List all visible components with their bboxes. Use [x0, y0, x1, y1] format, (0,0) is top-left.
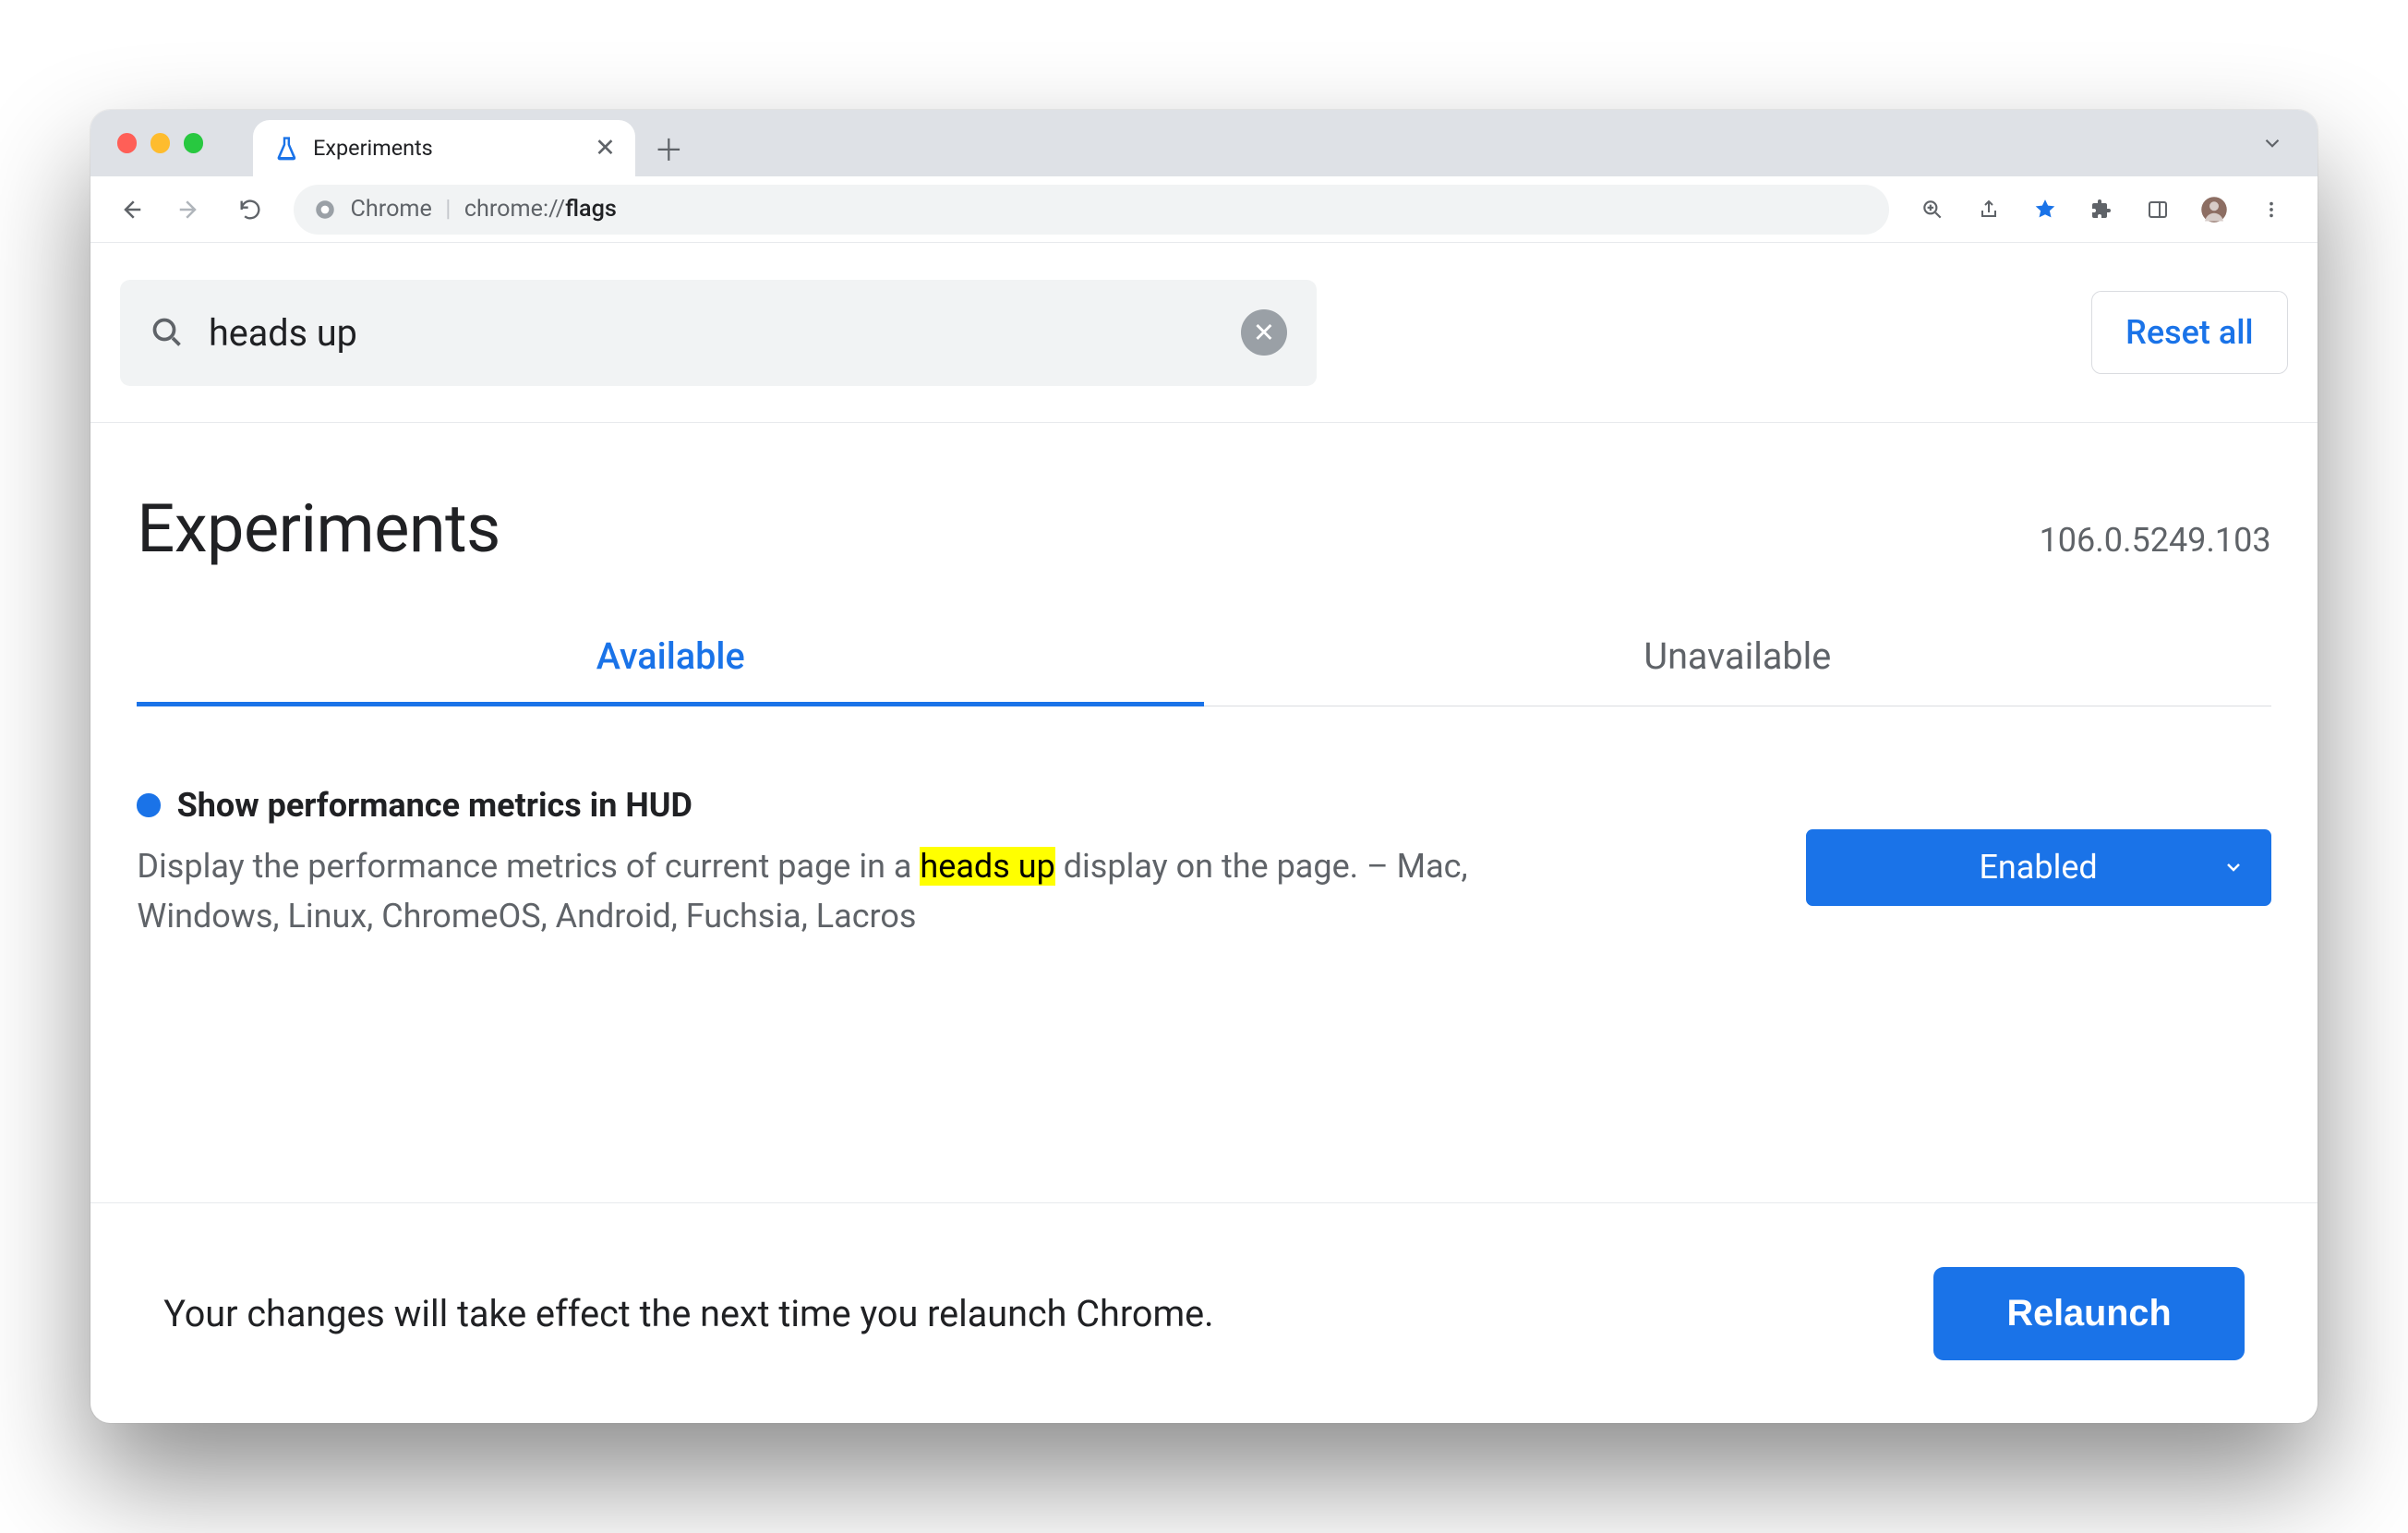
modified-dot-icon: [137, 793, 160, 816]
flags-search[interactable]: ✕: [120, 280, 1317, 386]
maximize-window-icon[interactable]: [184, 133, 204, 153]
close-window-icon[interactable]: [117, 133, 138, 153]
minimize-window-icon[interactable]: [150, 133, 171, 153]
page-title: Experiments: [137, 489, 500, 568]
close-tab-icon[interactable]: ✕: [595, 136, 616, 161]
page-content: ✕ Reset all Experiments 106.0.5249.103 A…: [90, 243, 2318, 1423]
side-panel-icon[interactable]: [2131, 183, 2185, 236]
tab-title: Experiments: [313, 135, 582, 161]
menu-icon[interactable]: [2245, 183, 2298, 236]
extensions-icon[interactable]: [2075, 183, 2128, 236]
window-controls: [101, 110, 221, 153]
profile-avatar[interactable]: [2188, 183, 2242, 236]
forward-button[interactable]: [163, 183, 217, 236]
toolbar-actions: [1906, 183, 2305, 236]
tab-strip: Experiments ✕ ＋: [90, 110, 2318, 176]
search-highlight: heads up: [920, 847, 1054, 886]
flag-title: Show performance metrics in HUD: [137, 786, 1739, 825]
chrome-version: 106.0.5249.103: [2040, 521, 2271, 560]
url-path: chrome://flags: [464, 196, 617, 223]
share-icon[interactable]: [1962, 183, 2016, 236]
reload-button[interactable]: [223, 183, 277, 236]
flask-icon: [273, 135, 300, 162]
back-button[interactable]: [103, 183, 157, 236]
new-tab-button[interactable]: ＋: [645, 125, 692, 171]
relaunch-button[interactable]: Relaunch: [1933, 1267, 2245, 1360]
content-inner: Experiments 106.0.5249.103 Available Una…: [90, 423, 2318, 941]
url-origin: Chrome: [351, 196, 432, 223]
tab-available[interactable]: Available: [137, 634, 1204, 706]
flag-state-select[interactable]: Enabled: [1806, 829, 2271, 906]
chevron-down-icon: [2222, 856, 2245, 878]
chrome-icon: [313, 198, 337, 222]
flag-description: Display the performance metrics of curre…: [137, 841, 1499, 941]
relaunch-message: Your changes will take effect the next t…: [163, 1292, 1213, 1335]
search-row: ✕ Reset all: [90, 243, 2318, 423]
tab-overflow-icon[interactable]: [2260, 131, 2307, 155]
address-bar[interactable]: Chrome | chrome://flags: [294, 185, 1889, 235]
search-input[interactable]: [207, 310, 1217, 356]
reset-all-button[interactable]: Reset all: [2091, 291, 2287, 374]
tab-unavailable[interactable]: Unavailable: [1204, 634, 2271, 706]
search-icon: [150, 316, 184, 349]
browser-window: Experiments ✕ ＋ Chrome: [90, 110, 2318, 1423]
flag-tabs: Available Unavailable: [137, 634, 2270, 706]
relaunch-bar: Your changes will take effect the next t…: [90, 1202, 2318, 1423]
url-divider: |: [445, 196, 451, 223]
zoom-icon[interactable]: [1906, 183, 1959, 236]
browser-toolbar: Chrome | chrome://flags: [90, 176, 2318, 243]
browser-tab[interactable]: Experiments ✕: [253, 120, 635, 176]
bookmark-star-icon[interactable]: [2018, 183, 2072, 236]
clear-search-icon[interactable]: ✕: [1241, 309, 1287, 356]
flag-item: Show performance metrics in HUD Display …: [137, 786, 2270, 941]
